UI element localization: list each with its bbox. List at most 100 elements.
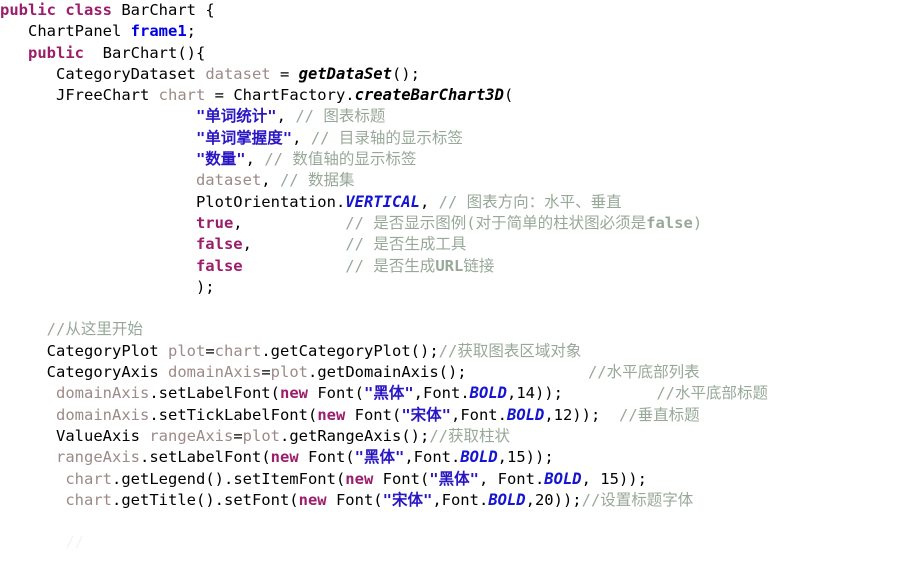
code-line[interactable]: JFreeChart chart = ChartFactory.createBa… <box>0 85 924 106</box>
code-line[interactable]: dataset, // 数据集 <box>0 170 924 191</box>
code-line[interactable]: false // 是否生成URL链接 <box>0 256 924 277</box>
code-editor-viewport[interactable]: public class BarChart { ChartPanel frame… <box>0 0 924 582</box>
code-token-cmt: // <box>310 128 330 147</box>
code-token-type: CategoryAxis <box>46 363 168 382</box>
code-token-var: plot <box>270 363 308 382</box>
code-token-kw: false <box>195 235 243 254</box>
code-token-plain: ,Font. <box>450 405 507 424</box>
code-token-staticf: BOLD <box>544 469 582 488</box>
code-line[interactable]: PlotOrientation.VERTICAL, // 图表方向：水平、垂直 <box>0 192 924 213</box>
code-token-plain: = <box>205 341 215 360</box>
code-token-plain: (); <box>391 64 420 83</box>
code-line[interactable]: false, // 是否生成工具 <box>0 234 924 255</box>
code-token-plain: Font( <box>326 490 383 509</box>
code-line[interactable]: chart.getLegend().setItemFont(new Font("… <box>0 469 924 490</box>
code-token-plain: Font( <box>373 469 430 488</box>
code-line[interactable]: true, // 是否显示图例(对于简单的柱状图必须是false) <box>0 213 924 234</box>
code-token-cmt: // <box>345 256 364 275</box>
code-line[interactable]: CategoryPlot plot=chart.getCategoryPlot(… <box>0 341 924 362</box>
code-line[interactable]: ChartPanel frame1; <box>0 21 924 42</box>
code-token-kw: new <box>298 490 327 509</box>
code-token-cmt: 是否显示图例(对于简单的柱状图必须是 <box>363 213 647 232</box>
code-token-cmt-b: false <box>646 213 693 232</box>
code-line[interactable]: "单词统计", // 图表标题 <box>0 106 924 127</box>
code-token-plain: ,14)); <box>506 384 563 403</box>
code-line[interactable]: domainAxis.setLabelFont(new Font("黑体",Fo… <box>0 383 924 404</box>
code-token-staticf: BOLD <box>506 405 545 424</box>
code-line[interactable]: rangeAxis.setLabelFont(new Font("黑体",Fon… <box>0 447 924 468</box>
code-line[interactable] <box>0 298 924 319</box>
code-line[interactable]: "单词掌握度", // 目录轴的显示标签 <box>0 128 924 149</box>
code-token-plain: , <box>233 213 243 232</box>
code-token-plain: ); <box>195 277 215 296</box>
code-token-kw: public <box>28 43 84 62</box>
code-token-plain: .getDomainAxis(); <box>308 363 467 382</box>
code-token-cmt: //水平底部标题 <box>656 384 768 403</box>
code-token-plain: , <box>261 171 280 190</box>
code-token-type: CategoryDataset <box>56 64 206 83</box>
code-token-plain: ,20)); <box>525 490 582 509</box>
code-token-plain: , <box>276 107 296 126</box>
code-token-str: "黑体" <box>363 384 414 403</box>
code-line[interactable]: public BarChart(){ <box>0 43 924 64</box>
code-token-cmt: // <box>295 107 314 126</box>
code-token-str: "数量" <box>195 150 246 169</box>
code-token-cmt: 数值轴的显示标签 <box>282 150 417 169</box>
code-line[interactable]: chart.getTitle().setFont(new Font("宋体",F… <box>0 490 924 511</box>
code-token-plain: .setTickLabelFont( <box>149 405 318 424</box>
code-line[interactable]: CategoryDataset dataset = getDataSet(); <box>0 64 924 85</box>
code-line[interactable]: "数量", // 数值轴的显示标签 <box>0 149 924 170</box>
code-token-var: chart <box>65 469 112 488</box>
code-line[interactable] <box>0 511 924 532</box>
code-token-plain: Font( <box>298 448 355 467</box>
code-token-cmt: // <box>264 150 283 169</box>
code-token-cmt: 链接 <box>463 256 495 275</box>
code-token-type: JFreeChart <box>56 86 159 105</box>
code-token-str: "单词掌握度" <box>195 128 293 147</box>
code-line[interactable]: ValueAxis rangeAxis=plot.getRangeAxis();… <box>0 426 924 447</box>
code-line[interactable]: ); <box>0 277 924 298</box>
code-token-cmt: //获取柱状 <box>429 426 510 445</box>
code-line[interactable]: public class BarChart { <box>0 0 924 21</box>
code-line[interactable]: CategoryAxis domainAxis=plot.getDomainAx… <box>0 362 924 383</box>
code-token-plain: , Font. <box>478 469 545 488</box>
code-token-kw: new <box>317 405 346 424</box>
code-token-cmt: 数据集 <box>298 171 355 190</box>
code-token-plain: BarChart(){ <box>84 43 206 62</box>
code-token-type: ValueAxis <box>56 426 150 445</box>
code-token-plain: = <box>261 363 271 382</box>
code-token-plain: ,Font. <box>432 490 489 509</box>
code-token-staticf: VERTICAL <box>345 192 420 211</box>
code-token-str: "宋体" <box>401 405 451 424</box>
code-line[interactable]: domainAxis.setTickLabelFont(new Font("宋体… <box>0 405 924 426</box>
code-token-plain: ( <box>503 86 514 105</box>
code-token-plain: BarChart { <box>112 1 215 19</box>
code-token-var: rangeAxis <box>149 426 234 445</box>
code-token-kw: class <box>65 1 113 19</box>
code-token-plain: .getCategoryPlot(); <box>261 341 439 360</box>
code-token-var: domainAxis <box>56 384 150 403</box>
code-token-var: chart <box>65 490 112 509</box>
code-token-var: domainAxis <box>168 363 262 382</box>
code-token-kw: new <box>279 384 308 403</box>
code-token-plain: , <box>242 235 252 254</box>
code-token-method: createBarChart3D <box>354 86 504 105</box>
code-token-var: dataset <box>195 171 262 190</box>
code-token-kw: new <box>270 448 299 467</box>
code-token-cmt: 是否生成工具 <box>363 235 467 254</box>
code-line[interactable]: // <box>0 532 924 553</box>
code-token-kw: true <box>195 213 234 232</box>
code-line[interactable]: //从这里开始 <box>0 319 924 340</box>
